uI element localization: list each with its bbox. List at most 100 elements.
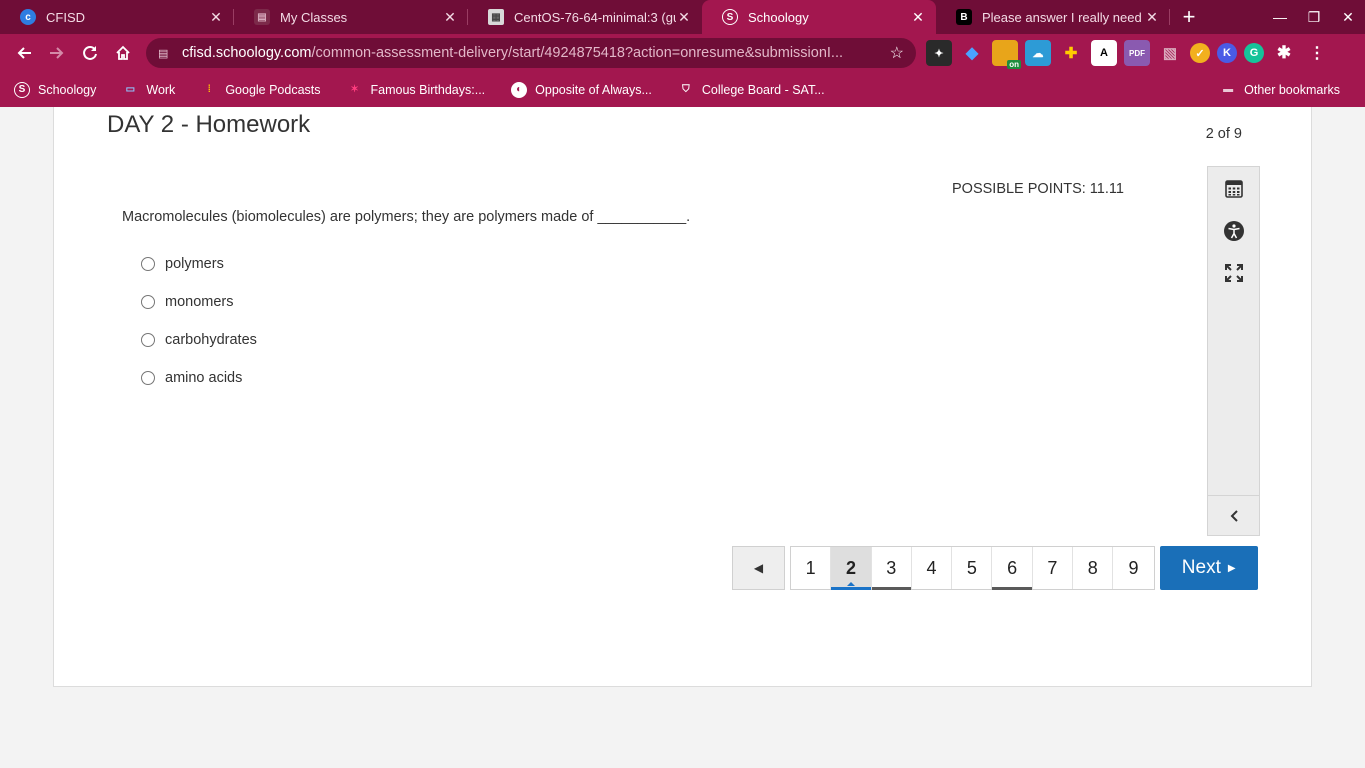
radio-button[interactable] xyxy=(141,257,155,271)
page-number: 8 xyxy=(1087,557,1098,578)
close-tab-icon[interactable]: ✕ xyxy=(676,9,692,25)
bookmark-label: College Board - SAT... xyxy=(701,82,825,97)
bookmark-work[interactable]: ▭ Work xyxy=(122,82,176,98)
other-bookmarks[interactable]: ▬ Other bookmarks xyxy=(1220,82,1340,98)
close-window-icon[interactable]: ✕ xyxy=(1331,9,1365,26)
reload-icon xyxy=(82,45,97,60)
bookmark-star-icon[interactable]: ☆ xyxy=(890,43,904,63)
home-button[interactable] xyxy=(106,38,139,68)
triangle-left-icon: ◀ xyxy=(753,561,764,575)
brainly-favicon-icon: B xyxy=(956,9,972,25)
browser-tab-bar: c CFISD ✕ ▤ My Classes ✕ ▦ CentOS-76-64-… xyxy=(0,0,1365,34)
page-9-button[interactable]: 9 xyxy=(1113,547,1154,589)
extensions-puzzle-icon[interactable]: ✱ xyxy=(1271,40,1297,66)
bookmark-opposite-of-always[interactable]: ◐ Opposite of Always... xyxy=(511,81,652,98)
browser-menu-icon[interactable]: ⋮ xyxy=(1304,40,1330,66)
page-4-button[interactable]: 4 xyxy=(911,547,953,589)
page-2-button[interactable]: 2 xyxy=(831,547,872,590)
page-underline xyxy=(871,587,911,590)
previous-question-button[interactable]: ◀ xyxy=(732,546,785,590)
option-carbohydrates[interactable]: carbohydrates xyxy=(141,321,257,359)
bookmark-schoology[interactable]: S Schoology xyxy=(14,81,96,98)
page-6-button[interactable]: 6 xyxy=(992,547,1033,590)
monitor-bookmark-icon: ▭ xyxy=(125,84,136,95)
extension-puzzle-color-icon[interactable]: ✚ xyxy=(1058,40,1084,66)
extension-pdf-icon[interactable]: PDF xyxy=(1124,40,1150,66)
page-8-button[interactable]: 8 xyxy=(1073,547,1114,589)
page-5-button[interactable]: 5 xyxy=(952,547,993,589)
close-tab-icon[interactable]: ✕ xyxy=(208,9,224,25)
minimize-icon[interactable]: — xyxy=(1263,9,1297,25)
bookmark-label: Opposite of Always... xyxy=(535,82,652,97)
vm-favicon-icon: ▦ xyxy=(488,9,504,25)
fullscreen-icon[interactable] xyxy=(1222,261,1246,285)
bookmark-label: Google Podcasts xyxy=(225,82,321,97)
bookmark-famous-birthdays[interactable]: ✶ Famous Birthdays:... xyxy=(347,82,486,98)
forward-button[interactable] xyxy=(40,38,73,68)
tab-my-classes[interactable]: ▤ My Classes ✕ xyxy=(234,0,468,34)
tab-schoology[interactable]: S Schoology ✕ xyxy=(702,0,936,34)
tools-side-panel xyxy=(1207,166,1260,536)
close-tab-icon[interactable]: ✕ xyxy=(910,9,926,25)
extension-grammarly-icon[interactable]: G xyxy=(1244,43,1264,63)
calculator-icon[interactable] xyxy=(1222,177,1246,201)
cfisd-favicon-icon: c xyxy=(20,9,36,25)
radio-button[interactable] xyxy=(141,333,155,347)
extension-docs-icon[interactable]: ▧ xyxy=(1157,40,1183,66)
tab-separator xyxy=(1169,9,1170,25)
page-numbers: 1 2 3 4 5 6 7 8 9 xyxy=(790,546,1155,590)
radio-button[interactable] xyxy=(141,295,155,309)
page-number: 3 xyxy=(886,557,897,578)
next-button[interactable]: Next ▶ xyxy=(1159,546,1258,590)
tab-title: CFISD xyxy=(46,9,85,25)
option-polymers[interactable]: polymers xyxy=(141,245,257,283)
assessment-page: DAY 2 - Homework 2 of 9 POSSIBLE POINTS:… xyxy=(53,107,1312,687)
close-tab-icon[interactable]: ✕ xyxy=(1144,9,1160,25)
back-button[interactable] xyxy=(7,38,40,68)
question-text: Macromolecules (biomolecules) are polyme… xyxy=(122,209,691,225)
url-host: cfisd.schoology.com xyxy=(182,45,312,61)
browser-toolbar: ▤ cfisd.schoology.com/common-assessment-… xyxy=(0,34,1365,72)
collapse-panel-icon[interactable] xyxy=(1208,495,1259,535)
url-text[interactable]: cfisd.schoology.com/common-assessment-de… xyxy=(182,45,872,61)
tab-brainly[interactable]: B Please answer I really need h ✕ xyxy=(936,0,1170,34)
extension-cloud-icon[interactable]: ☁ xyxy=(1025,40,1051,66)
page-underline xyxy=(992,587,1032,590)
extension-on-badge-icon[interactable]: on xyxy=(992,40,1021,69)
bookmarks-bar: S Schoology ▭ Work ⁞ Google Podcasts ✶ F… xyxy=(0,72,1365,107)
shield-bookmark-icon: ⛉ xyxy=(682,84,690,95)
bookmark-google-podcasts[interactable]: ⁞ Google Podcasts xyxy=(201,82,321,98)
bookmark-label: Famous Birthdays:... xyxy=(370,82,486,97)
extension-diamond-icon[interactable]: ◆ xyxy=(959,40,985,66)
accessibility-icon[interactable] xyxy=(1222,219,1246,243)
option-label: monomers xyxy=(165,294,234,310)
option-monomers[interactable]: monomers xyxy=(141,283,257,321)
option-label: polymers xyxy=(165,256,224,272)
bookmark-college-board[interactable]: ⛉ College Board - SAT... xyxy=(678,82,825,98)
reload-button[interactable] xyxy=(73,38,106,68)
tab-title: Schoology xyxy=(748,9,809,25)
tab-centos[interactable]: ▦ CentOS-76-64-minimal:3 (gue ✕ xyxy=(468,0,702,34)
address-bar[interactable]: ▤ cfisd.schoology.com/common-assessment-… xyxy=(146,38,916,68)
extension-avatar-icon[interactable]: ✦ xyxy=(926,40,952,66)
question-pager: ◀ 1 2 3 4 5 6 7 8 9 Next ▶ xyxy=(732,546,1258,590)
answer-options: polymers monomers carbohydrates amino ac… xyxy=(141,245,257,397)
site-info-icon[interactable]: ▤ xyxy=(158,47,172,60)
radio-button[interactable] xyxy=(141,371,155,385)
next-label: Next xyxy=(1181,557,1221,578)
restore-icon[interactable]: ❐ xyxy=(1297,9,1331,26)
schoology-favicon-icon: S xyxy=(722,9,738,25)
page-7-button[interactable]: 7 xyxy=(1032,547,1074,589)
option-amino-acids[interactable]: amino acids xyxy=(141,359,257,397)
extension-k-icon[interactable]: K xyxy=(1217,43,1237,63)
new-tab-button[interactable]: + xyxy=(1170,0,1208,34)
forward-arrow-icon xyxy=(49,47,63,59)
extension-circle-icon[interactable]: ✓ xyxy=(1190,43,1210,63)
page-number: 2 xyxy=(845,557,856,578)
close-tab-icon[interactable]: ✕ xyxy=(442,9,458,25)
extension-a-icon[interactable]: A xyxy=(1091,40,1117,66)
page-3-button[interactable]: 3 xyxy=(871,547,912,590)
tab-cfisd[interactable]: c CFISD ✕ xyxy=(0,0,234,34)
page-number: 9 xyxy=(1128,557,1139,578)
page-1-button[interactable]: 1 xyxy=(791,547,832,589)
